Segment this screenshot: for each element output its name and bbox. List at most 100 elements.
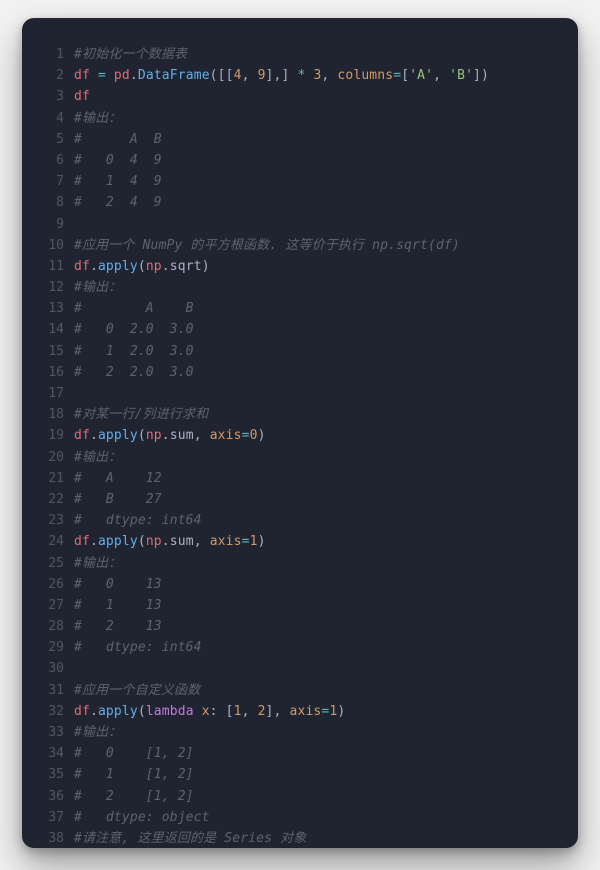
line-number: 22 — [22, 489, 74, 510]
line-number: 26 — [22, 574, 74, 595]
token-comment: #请注意, 这里返回的是 Series 对象 — [74, 831, 306, 846]
token-op: = — [242, 428, 250, 443]
line-number: 2 — [22, 65, 74, 86]
token-param: axis — [210, 534, 242, 549]
token-var: pd — [114, 68, 130, 83]
code-line: 14# 0 2.0 3.0 — [22, 319, 578, 340]
code-content: #对某一行/列进行求和 — [74, 404, 208, 425]
token-plain: sum — [170, 534, 194, 549]
token-comment: #应用一个 NumPy 的平方根函数. 这等价于执行 np.sqrt(df) — [74, 238, 460, 253]
line-number: 25 — [22, 553, 74, 574]
code-line: 30 — [22, 658, 578, 679]
line-number: 6 — [22, 150, 74, 171]
code-line: 19df.apply(np.sum, axis=0) — [22, 425, 578, 446]
token-comment: # 2 13 — [74, 619, 162, 634]
token-comment: #输出： — [74, 111, 121, 126]
token-comment: #应用一个自定义函数 — [74, 683, 200, 698]
code-line: 31#应用一个自定义函数 — [22, 680, 578, 701]
token-punct: ],] — [266, 68, 298, 83]
code-line: 20#输出： — [22, 447, 578, 468]
token-plain — [90, 68, 98, 83]
token-plain — [194, 704, 202, 719]
token-str: 'B' — [449, 68, 473, 83]
line-number: 31 — [22, 680, 74, 701]
token-punct: , — [321, 68, 337, 83]
token-var: np — [146, 259, 162, 274]
code-content: df = pd.DataFrame([[4, 9],] * 3, columns… — [74, 65, 489, 86]
token-comment: #初始化一个数据表 — [74, 47, 187, 62]
token-num: 9 — [258, 68, 266, 83]
code-line: 18#对某一行/列进行求和 — [22, 404, 578, 425]
line-number: 24 — [22, 531, 74, 552]
line-number: 13 — [22, 298, 74, 319]
token-comment: # B 27 — [74, 492, 162, 507]
code-line: 25#输出： — [22, 553, 578, 574]
token-plain: sqrt — [170, 259, 202, 274]
code-line: 35# 1 [1, 2] — [22, 764, 578, 785]
code-line: 12#输出： — [22, 277, 578, 298]
line-number: 37 — [22, 807, 74, 828]
token-call: apply — [98, 534, 138, 549]
token-num: 1 — [234, 704, 242, 719]
code-content: # A 12 — [74, 468, 162, 489]
token-var: df — [74, 534, 90, 549]
token-var: df — [74, 68, 90, 83]
token-punct: , — [433, 68, 449, 83]
token-punct: ) — [258, 534, 266, 549]
token-punct: [ — [401, 68, 409, 83]
code-content: # 2 4 9 — [74, 192, 162, 213]
token-op: = — [242, 534, 250, 549]
token-call: apply — [98, 428, 138, 443]
line-number: 18 — [22, 404, 74, 425]
code-line: 21# A 12 — [22, 468, 578, 489]
code-line: 22# B 27 — [22, 489, 578, 510]
token-str: 'A' — [409, 68, 433, 83]
token-punct: . — [90, 259, 98, 274]
code-line: 27# 1 13 — [22, 595, 578, 616]
token-punct: ) — [258, 428, 266, 443]
token-num: 2 — [258, 704, 266, 719]
code-line: 6# 0 4 9 — [22, 150, 578, 171]
code-line: 13# A B — [22, 298, 578, 319]
code-content: # 0 13 — [74, 574, 162, 595]
code-content: # A B — [74, 129, 162, 150]
token-punct: ( — [138, 428, 146, 443]
code-line: 8# 2 4 9 — [22, 192, 578, 213]
code-line: 15# 1 2.0 3.0 — [22, 341, 578, 362]
line-number: 33 — [22, 722, 74, 743]
line-number: 5 — [22, 129, 74, 150]
token-var: df — [74, 259, 90, 274]
code-line: 7# 1 4 9 — [22, 171, 578, 192]
token-var: np — [146, 428, 162, 443]
code-content: #输出： — [74, 108, 121, 129]
line-number: 32 — [22, 701, 74, 722]
token-punct: ]) — [473, 68, 489, 83]
token-comment: #输出： — [74, 725, 121, 740]
code-content: # 1 [1, 2] — [74, 764, 194, 785]
code-content: # 0 2.0 3.0 — [74, 319, 194, 340]
line-number: 14 — [22, 319, 74, 340]
code-line: 32df.apply(lambda x: [1, 2], axis=1) — [22, 701, 578, 722]
line-number: 4 — [22, 108, 74, 129]
token-punct: , — [242, 68, 258, 83]
token-comment: # 0 4 9 — [74, 153, 162, 168]
token-punct: , — [194, 428, 210, 443]
token-comment: #输出： — [74, 280, 121, 295]
token-comment: # A B — [74, 132, 162, 147]
code-content: # dtype: object — [74, 807, 210, 828]
code-content: # 2 13 — [74, 616, 162, 637]
token-punct: : [ — [210, 704, 234, 719]
line-number: 7 — [22, 171, 74, 192]
token-punct: , — [194, 534, 210, 549]
line-number: 3 — [22, 86, 74, 107]
token-punct: . — [162, 534, 170, 549]
code-line: 16# 2 2.0 3.0 — [22, 362, 578, 383]
token-comment: # 1 4 9 — [74, 174, 162, 189]
token-comment: # dtype: int64 — [74, 513, 202, 528]
line-number: 17 — [22, 383, 74, 404]
code-block: 1#初始化一个数据表2df = pd.DataFrame([[4, 9],] *… — [22, 44, 578, 848]
token-comment: # 1 [1, 2] — [74, 767, 194, 782]
line-number: 12 — [22, 277, 74, 298]
line-number: 20 — [22, 447, 74, 468]
code-line: 38#请注意, 这里返回的是 Series 对象 — [22, 828, 578, 848]
